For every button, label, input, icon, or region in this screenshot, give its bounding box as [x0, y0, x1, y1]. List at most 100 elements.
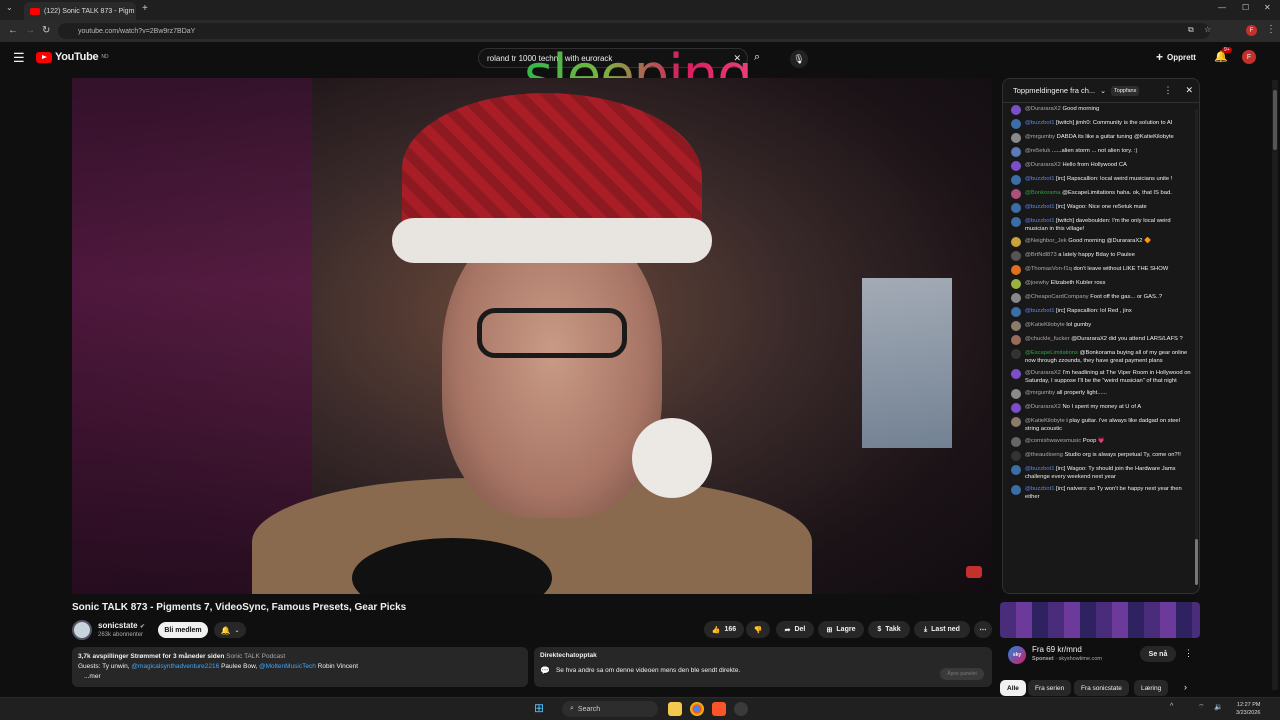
chat-avatar[interactable]	[1011, 147, 1021, 157]
page-scroll-thumb[interactable]	[1273, 90, 1277, 150]
minimize-icon[interactable]: —	[1218, 3, 1226, 12]
open-panel-button[interactable]: Åpne panelet	[940, 668, 984, 680]
chat-author[interactable]: @CheapoCardCompany	[1025, 294, 1089, 300]
tray-chevron-icon[interactable]: ^	[1170, 703, 1173, 710]
chat-mode-title[interactable]: Toppmeldingene fra ch...	[1013, 86, 1095, 95]
chat-author[interactable]: @BrtNdl873	[1025, 252, 1057, 258]
chat-avatar[interactable]	[1011, 251, 1021, 261]
wifi-icon[interactable]: ⌔	[1198, 703, 1205, 712]
reload-icon[interactable]: ↻	[42, 25, 50, 36]
chat-avatar[interactable]	[1011, 307, 1021, 317]
voice-search-icon[interactable]: 🎙	[790, 50, 808, 68]
chat-message[interactable]: @buzzbot1 [irc] Wagoo: Nice one re5etuk …	[1011, 203, 1191, 213]
chat-message[interactable]: @mrgumby all properly light......	[1011, 389, 1191, 399]
chat-message[interactable]: @DurararaX2 No I spent my money at U of …	[1011, 403, 1191, 413]
chip-learning[interactable]: Læring	[1134, 680, 1169, 696]
youtube-logo[interactable]: YouTube NO	[36, 51, 109, 63]
ad-menu-icon[interactable]: ⋮	[1184, 648, 1193, 659]
chat-message[interactable]: @buzzbot1 [irc] Wagoo: Ty should join th…	[1011, 465, 1191, 481]
chat-author[interactable]: @buzzbot1	[1025, 218, 1054, 224]
chat-author[interactable]: @re5etuk	[1025, 148, 1050, 154]
chat-message[interactable]: @BrtNdl873 a lately happy Bday to Paulee	[1011, 251, 1191, 261]
chat-message[interactable]: @joewhy Elizabeth Kubler ross	[1011, 279, 1191, 289]
profile-avatar-icon[interactable]: F	[1246, 25, 1257, 36]
chat-author[interactable]: @DurararaX2	[1025, 404, 1061, 410]
chat-avatar[interactable]	[1011, 119, 1021, 129]
chat-message[interactable]: @ThomasVon-f1q don't leave without LIKE …	[1011, 265, 1191, 275]
chat-message[interactable]: @CheapoCardCompany Foot off the gas... o…	[1011, 293, 1191, 303]
chips-next-icon[interactable]: ›	[1184, 682, 1187, 692]
chat-mode-chevron-icon[interactable]: ⌄	[1100, 87, 1106, 95]
chat-author[interactable]: @KatieKilobyte	[1025, 322, 1065, 328]
ad-banner-image[interactable]	[1000, 602, 1200, 638]
clear-search-icon[interactable]: ✕	[733, 53, 741, 64]
chat-avatar[interactable]	[1011, 417, 1021, 427]
channel-name[interactable]: sonicstate ✔	[98, 621, 145, 630]
chat-message[interactable]: @mrgumby DABDA its like a guitar tuning …	[1011, 133, 1191, 143]
thanks-button[interactable]: $ Takk	[868, 621, 910, 638]
watch-now-button[interactable]: Se nå	[1140, 646, 1176, 662]
chat-author[interactable]: @buzzbot1	[1025, 466, 1054, 472]
chat-message[interactable]: @KatieKilobyte i play guitar. i've alway…	[1011, 417, 1191, 433]
app-icon[interactable]	[734, 702, 748, 716]
account-avatar[interactable]: F	[1242, 50, 1256, 64]
browser-tab-active[interactable]: (122) Sonic TALK 873 - Pigm 🔊 ✕	[24, 2, 136, 20]
chat-avatar[interactable]	[1011, 161, 1021, 171]
chat-avatar[interactable]	[1011, 451, 1021, 461]
new-tab-icon[interactable]: +	[142, 3, 148, 14]
chat-message[interactable]: @Bonkorama @EscapeLimitations haha. ok, …	[1011, 189, 1191, 199]
forward-icon[interactable]: →	[25, 25, 35, 36]
chat-author[interactable]: @DurararaX2	[1025, 162, 1061, 168]
file-explorer-icon[interactable]	[668, 702, 682, 716]
chat-avatar[interactable]	[1011, 321, 1021, 331]
chat-author[interactable]: @cornishwavesmusic	[1025, 438, 1081, 444]
install-icon[interactable]: ⧉	[1188, 25, 1194, 35]
chat-message[interactable]: @DurararaX2 I'm headlining at The Viper …	[1011, 369, 1191, 385]
chat-message[interactable]: @Neighbor_Jek Good morning @DurararaX2 🔶	[1011, 237, 1191, 247]
volume-icon[interactable]: 🔉	[1214, 703, 1223, 711]
create-button[interactable]: + Opprett	[1156, 50, 1196, 64]
chrome-icon[interactable]	[690, 702, 704, 716]
dislike-button[interactable]: 👎	[746, 621, 770, 638]
channel-avatar[interactable]	[72, 620, 92, 640]
chat-avatar[interactable]	[1011, 105, 1021, 115]
chat-author[interactable]: @buzzbot1	[1025, 204, 1054, 210]
chip-all[interactable]: Alle	[1000, 680, 1026, 696]
taskbar-search[interactable]: ⌕ Search	[562, 701, 658, 717]
chat-message[interactable]: @buzzbot1 [irc] Rapscallion: local weird…	[1011, 175, 1191, 185]
chat-author[interactable]: @buzzbot1	[1025, 486, 1054, 492]
join-member-button[interactable]: Bli medlem	[158, 622, 208, 638]
chat-scroll-thumb[interactable]	[1195, 539, 1198, 585]
guest-link-2[interactable]: @MoltenMusicTech	[259, 663, 316, 670]
guest-link-1[interactable]: @magicalsynthadventure2216	[131, 663, 219, 670]
chat-avatar[interactable]	[1011, 349, 1021, 359]
chat-avatar[interactable]	[1011, 265, 1021, 275]
chat-avatar[interactable]	[1011, 203, 1021, 213]
podcast-link[interactable]: Sonic TALK Podcast	[226, 653, 285, 660]
show-more-link[interactable]: ...mer	[78, 672, 522, 682]
back-icon[interactable]: ←	[8, 25, 18, 36]
tab-search-icon[interactable]: ⌄	[6, 3, 13, 12]
chat-avatar[interactable]	[1011, 335, 1021, 345]
save-button[interactable]: ⊞ Lagre	[818, 621, 864, 638]
clock[interactable]: 12:27 PM 3/23/2026	[1236, 701, 1260, 717]
chat-menu-icon[interactable]: ⋮	[1163, 85, 1172, 96]
description-box[interactable]: 3,7k avspillinger Strømmet for 3 måneder…	[72, 647, 528, 687]
chat-avatar[interactable]	[1011, 403, 1021, 413]
chat-author[interactable]: @buzzbot1	[1025, 308, 1054, 314]
chat-message[interactable]: @DurararaX2 Good morning	[1011, 105, 1191, 115]
chat-message[interactable]: @cornishwavesmusic Poop 💗	[1011, 437, 1191, 447]
like-button[interactable]: 👍 166	[704, 621, 744, 638]
search-icon[interactable]: ⌕	[754, 51, 760, 64]
chat-scrollbar[interactable]	[1195, 109, 1198, 579]
chat-message[interactable]: @buzzbot1 [irc] Rapscallion: lol Red , j…	[1011, 307, 1191, 317]
chat-author[interactable]: @DurararaX2	[1025, 370, 1061, 376]
chat-avatar[interactable]	[1011, 437, 1021, 447]
chip-from-series[interactable]: Fra serien	[1028, 680, 1072, 696]
chat-author[interactable]: @Bonkorama	[1025, 190, 1061, 196]
chat-author[interactable]: @ThomasVon-f1q	[1025, 266, 1072, 272]
chat-author[interactable]: @buzzbot1	[1025, 176, 1054, 182]
video-player[interactable]	[72, 78, 992, 594]
url-field[interactable]: youtube.com/watch?v=2Bw9rz7BDaY	[58, 23, 1210, 39]
more-actions-button[interactable]: ⋯	[974, 621, 992, 638]
